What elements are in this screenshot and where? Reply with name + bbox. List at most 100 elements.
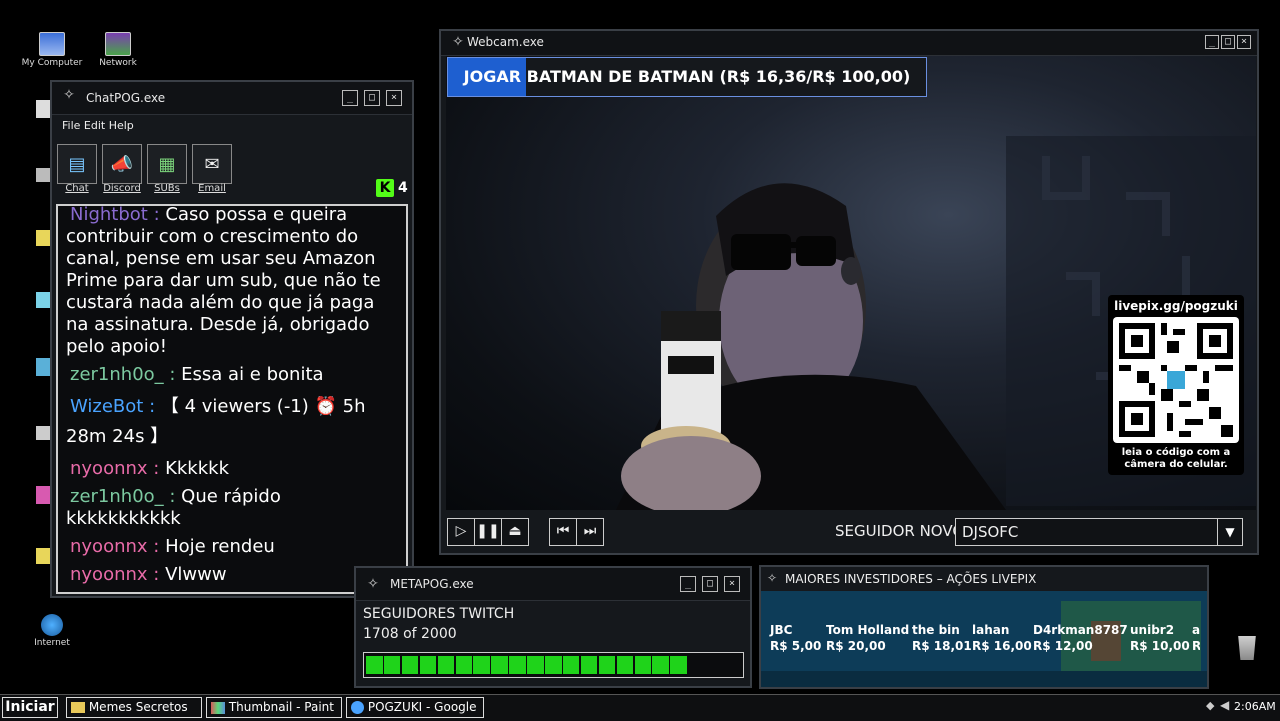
progress-segment <box>545 656 562 674</box>
minimize-button[interactable]: _ <box>342 90 358 106</box>
desktop-icon-network[interactable]: Network <box>86 32 150 68</box>
taskbar-item-paint[interactable]: Thumbnail - Paint <box>206 697 342 718</box>
computer-icon <box>39 32 65 56</box>
investor-name: lahan <box>972 623 1010 637</box>
chat-sep: : <box>147 536 166 557</box>
progress-segment <box>473 656 490 674</box>
chat-tool-button[interactable]: ▤ <box>57 144 97 184</box>
chat-sep: : <box>147 564 166 585</box>
investor-amount: R$ 18,01 <box>912 639 972 653</box>
progress-segment <box>401 656 419 674</box>
close-button[interactable]: × <box>1237 35 1251 49</box>
network-tray-icon[interactable]: ◆ <box>1206 699 1214 712</box>
new-follower-name: DJSOFC <box>962 523 1019 541</box>
close-button[interactable]: × <box>386 90 402 106</box>
kick-icon: K <box>376 179 394 197</box>
webcam-window-title: Webcam.exe <box>467 35 544 49</box>
progress-segment <box>455 656 472 674</box>
chat-message: zer1nh0o_ : Que rápido kkkkkkkkkkk <box>66 486 398 530</box>
livepix-qr-card[interactable]: livepix.gg/pogzuki leia o código com a c… <box>1108 295 1244 475</box>
qr-caption: leia o código com a câmera do celular. <box>1108 447 1244 471</box>
minimize-button[interactable]: _ <box>680 576 696 592</box>
webcam-titlebar[interactable]: ✧ Webcam.exe _ □ × <box>441 31 1257 56</box>
chat-message: zer1nh0o_ : Essa ai e bonita <box>66 364 398 386</box>
maximize-button[interactable]: □ <box>1221 35 1235 49</box>
recycle-bin-icon[interactable] <box>1238 636 1256 660</box>
tool-label: Chat <box>65 183 89 194</box>
progress-segment <box>437 656 455 674</box>
new-follower-label: SEGUIDOR NOVO <box>835 522 965 540</box>
chat-nick: nyoonnx <box>70 564 148 585</box>
chat-nick: Nightbot <box>70 204 148 225</box>
taskbar-item-browser[interactable]: POGZUKI - Google <box>346 697 484 718</box>
investors-title: MAIORES INVESTIDORES – AÇÕES LIVEPIX <box>785 572 1037 586</box>
progress-segment <box>509 656 526 674</box>
desktop-icon-internet[interactable]: Internet <box>20 614 84 648</box>
chat-titlebar[interactable]: ✧ ChatPOG.exe _ □ × <box>52 82 412 115</box>
chat-message: WizeBot : 【 4 viewers (-1) ⏰ 5h 28m 24s … <box>66 392 398 452</box>
progress-segment <box>562 656 580 674</box>
discord-tool-button[interactable]: 📣 <box>102 144 142 184</box>
close-button[interactable]: × <box>724 576 740 592</box>
donation-goal-banner: JOGAR BATMAN DE BATMAN (R$ 16,36/R$ 100,… <box>447 57 927 97</box>
chat-menu-bar[interactable]: File Edit Help <box>62 119 134 132</box>
donation-goal-text: JOGAR BATMAN DE BATMAN (R$ 16,36/R$ 100,… <box>463 67 911 86</box>
network-icon <box>105 32 131 56</box>
start-button[interactable]: Iniciar <box>2 697 58 718</box>
play-button[interactable]: ▷ <box>447 518 475 546</box>
chat-nick: nyoonnx <box>70 536 148 557</box>
new-follower-field[interactable]: DJSOFC ▼ <box>955 518 1243 546</box>
minimize-button[interactable]: _ <box>1205 35 1219 49</box>
desktop-icon-label: Network <box>99 58 137 68</box>
chat-text: Essa ai e bonita <box>181 364 324 385</box>
progress-segment <box>527 656 544 674</box>
chevron-down-icon[interactable]: ▼ <box>1217 519 1242 545</box>
pog-logo-icon: ✧ <box>63 87 75 103</box>
chat-sep: : <box>163 486 182 507</box>
progress-segment <box>491 656 508 674</box>
taskbar-item-label: POGZUKI - Google <box>367 700 477 714</box>
progress-segment <box>598 656 616 674</box>
meta-titlebar[interactable]: ✧ METAPOG.exe _ □ × <box>356 568 750 601</box>
chat-nick: zer1nh0o_ <box>70 486 164 507</box>
desktop-icon-label: My Computer <box>21 58 83 68</box>
folder-icon <box>71 702 85 713</box>
desktop-icon-my-computer[interactable]: My Computer <box>20 32 84 68</box>
subs-tool-button[interactable]: ▦ <box>147 144 187 184</box>
chat-message: nyoonnx : Kkkkkk <box>66 458 398 480</box>
qr-url: livepix.gg/pogzuki <box>1114 299 1238 313</box>
taskbar-item-label: Memes Secretos <box>88 700 188 714</box>
pog-logo-icon: ✧ <box>767 571 778 585</box>
chat-nick: zer1nh0o_ <box>70 364 164 385</box>
investors-titlebar: ✧ MAIORES INVESTIDORES – AÇÕES LIVEPIX <box>761 567 1207 591</box>
pog-logo-icon: ✧ <box>452 34 464 50</box>
follower-goal-progress-bar <box>363 652 744 678</box>
progress-segment <box>383 656 401 674</box>
meta-count: 1708 of 2000 <box>363 626 457 642</box>
chat-nick: nyoonnx <box>70 458 148 479</box>
progress-segment <box>419 656 437 674</box>
start-label: Iniciar <box>5 699 55 715</box>
meta-window-title: METAPOG.exe <box>390 577 474 591</box>
volume-icon[interactable]: ◀ <box>1220 698 1229 712</box>
maximize-button[interactable]: □ <box>702 576 718 592</box>
taskbar-item-memes[interactable]: Memes Secretos <box>66 697 202 718</box>
investor-name: the bin <box>912 623 960 637</box>
subs-icon: ▦ <box>158 153 176 175</box>
taskbar: Iniciar Memes Secretos Thumbnail - Paint… <box>0 694 1280 721</box>
pause-button[interactable]: ❚❚ <box>474 518 502 546</box>
next-button[interactable]: ⏭ <box>576 518 604 546</box>
email-tool-button[interactable]: ✉ <box>192 144 232 184</box>
investor-item: unibr2 R$ 10,00 <box>1130 622 1190 654</box>
investor-item: Tom Holland R$ 20,00 <box>826 622 909 654</box>
tool-label: Discord <box>103 183 141 194</box>
chat-text: Vlwww <box>165 564 227 585</box>
chat-sep: : <box>143 396 161 417</box>
chat-message-list[interactable]: Nightbot : Caso possa e queira contribui… <box>56 204 408 594</box>
eject-button[interactable]: ⏏ <box>501 518 529 546</box>
maximize-button[interactable]: □ <box>364 90 380 106</box>
progress-segment <box>580 656 598 674</box>
previous-button[interactable]: ⏮ <box>549 518 577 546</box>
investor-name: JBC <box>770 623 793 637</box>
chat-text: Hoje rendeu <box>165 536 275 557</box>
